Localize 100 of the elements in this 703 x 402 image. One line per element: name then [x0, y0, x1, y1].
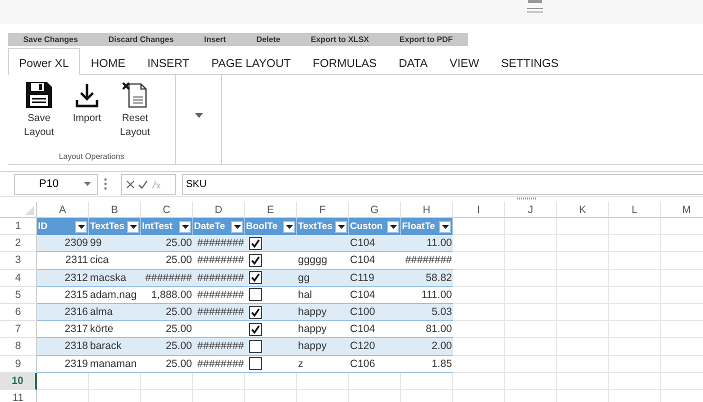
- empty-cell: [609, 218, 661, 236]
- table-cell: 99: [89, 235, 141, 252]
- filter-button[interactable]: [231, 220, 243, 233]
- filter-button[interactable]: [127, 220, 139, 233]
- checkbox[interactable]: [249, 357, 262, 370]
- header-label: IntTest: [142, 221, 172, 232]
- filter-button[interactable]: [387, 220, 399, 233]
- ribbon-tab[interactable]: Power XL: [8, 48, 80, 75]
- column-header[interactable]: J: [505, 202, 557, 218]
- table-cell: 5.03: [401, 304, 453, 322]
- document-delete-icon: [121, 81, 149, 109]
- download-icon: [73, 81, 101, 109]
- column-header[interactable]: D: [193, 202, 245, 218]
- dropdown-caret-icon[interactable]: [194, 113, 202, 118]
- group-label: Layout Operations: [58, 152, 126, 163]
- table-cell: ########: [193, 338, 245, 356]
- cancel-icon[interactable]: [126, 180, 135, 188]
- row-number[interactable]: 3: [0, 252, 37, 270]
- row-number[interactable]: 7: [0, 321, 37, 338]
- checkbox[interactable]: [249, 236, 262, 250]
- row-number[interactable]: 4: [0, 270, 37, 287]
- table-cell: ########: [193, 356, 245, 373]
- formula-input[interactable]: SKU: [182, 174, 703, 194]
- empty-cell: [505, 218, 557, 236]
- checkbox[interactable]: [249, 322, 262, 336]
- caret-icon: [286, 224, 292, 229]
- empty-cell: [453, 372, 505, 390]
- empty-cell: [401, 372, 453, 390]
- column-header[interactable]: B: [89, 202, 141, 218]
- column-header[interactable]: G: [349, 202, 401, 218]
- column-header[interactable]: F: [297, 202, 349, 218]
- column-header[interactable]: A: [37, 202, 89, 218]
- action-button[interactable]: Discard Changes: [93, 33, 189, 46]
- filter-button[interactable]: [439, 220, 451, 233]
- action-button[interactable]: Delete: [241, 33, 296, 46]
- row-number[interactable]: 9: [0, 356, 37, 373]
- column-header[interactable]: C: [141, 202, 193, 218]
- caret-icon: [182, 224, 188, 229]
- action-button[interactable]: Export to XLSX: [296, 33, 384, 46]
- ribbon-button[interactable]: Import: [66, 81, 108, 152]
- table-cell: gg: [297, 270, 349, 287]
- filter-button[interactable]: [75, 220, 87, 233]
- caret-icon: [442, 224, 448, 229]
- table-cell: alma: [89, 304, 141, 322]
- action-button[interactable]: Save Changes: [8, 33, 94, 46]
- caret-icon: [84, 182, 91, 186]
- table-cell: barack: [89, 338, 141, 356]
- empty-cell: [297, 372, 349, 390]
- checkbox[interactable]: [249, 340, 262, 353]
- table-cell: ########: [193, 270, 245, 287]
- more-options-icon[interactable]: [104, 178, 107, 190]
- confirm-icon[interactable]: [138, 180, 148, 188]
- row-number[interactable]: 10: [0, 372, 37, 390]
- header-label: TextTes: [90, 221, 124, 232]
- empty-cell: [193, 372, 245, 390]
- column-header[interactable]: L: [609, 202, 661, 218]
- row-number[interactable]: 2: [0, 235, 37, 252]
- table-cell: 25.00: [141, 356, 193, 373]
- caret-icon: [78, 224, 84, 229]
- row-number[interactable]: 5: [0, 286, 37, 304]
- table-cell: 2312: [37, 270, 89, 287]
- table-cell: ########: [193, 235, 245, 252]
- action-button[interactable]: Export to PDF: [384, 33, 468, 46]
- header-label: TextTes: [298, 221, 332, 232]
- header-label: ID: [38, 221, 48, 232]
- drag-handle-icon[interactable]: [526, 0, 542, 14]
- empty-cell: [557, 218, 609, 236]
- table-cell: ########: [193, 304, 245, 322]
- header-label: Custon: [350, 221, 383, 232]
- row-number[interactable]: 8: [0, 338, 37, 356]
- table-cell: 2319: [37, 356, 89, 373]
- filter-button[interactable]: [179, 220, 191, 233]
- table-cell: 2.00: [401, 338, 453, 356]
- row-number[interactable]: 1: [0, 218, 37, 236]
- table-cell: körte: [89, 321, 141, 338]
- checkbox[interactable]: [249, 254, 262, 267]
- empty-cell: [141, 372, 193, 390]
- column-header[interactable]: E: [245, 202, 297, 218]
- table-cell: happy: [297, 304, 349, 322]
- splitter-grip-icon[interactable]: [516, 197, 536, 200]
- table-cell: cica: [89, 252, 141, 270]
- ribbon-button[interactable]: Reset Layout: [114, 81, 156, 152]
- empty-cell: [349, 372, 401, 390]
- row-number[interactable]: 6: [0, 304, 37, 322]
- column-header[interactable]: K: [557, 202, 609, 218]
- checkbox[interactable]: [249, 288, 262, 302]
- table-cell: 25.00: [141, 338, 193, 356]
- ribbon-button[interactable]: Save Layout: [18, 81, 60, 152]
- checkbox[interactable]: [249, 306, 262, 319]
- column-header[interactable]: I: [453, 202, 505, 218]
- table-cell: C104: [349, 235, 401, 252]
- table-cell: happy: [297, 321, 349, 338]
- empty-cell: [245, 372, 297, 390]
- filter-button[interactable]: [335, 220, 347, 233]
- action-button[interactable]: Insert: [188, 33, 242, 46]
- caret-icon: [390, 224, 396, 229]
- checkbox[interactable]: [249, 271, 262, 284]
- name-box[interactable]: P10: [14, 174, 98, 194]
- column-header[interactable]: H: [401, 202, 453, 218]
- filter-button[interactable]: [283, 220, 295, 233]
